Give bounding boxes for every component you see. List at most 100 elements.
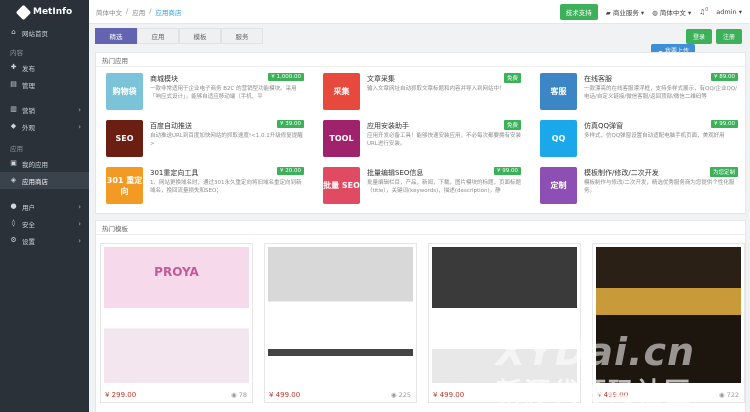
tab-featured[interactable]: 精选 [95, 28, 137, 44]
sidebar-item-appearance[interactable]: ◆ 外观 › [0, 118, 89, 135]
app-card[interactable]: QQ 仿真QQ弹窗 多样式，仿QQ弹窗设置自动适配电脑手机页面，美观好用 ¥ 99.0… [540, 120, 738, 160]
topbar: 简体中文 / 应用 / 应用商店 技术支持 ▰ 商业服务 ▾ ◍ 简体中文 ▾ … [89, 0, 750, 24]
app-thumbnail[interactable]: TOOL [323, 120, 360, 157]
cube-icon: ▣ [10, 159, 17, 167]
sidebar-item-my-apps[interactable]: ▣ 我的应用 [0, 155, 89, 172]
app-card[interactable]: TOOL 应用安装助手应用开发必备工具！能够快速安装应用，不必每次都要拥有安装UR… [323, 120, 521, 160]
app-thumbnail[interactable]: 定制 [540, 167, 577, 204]
tab-templates[interactable]: 模板 [179, 28, 221, 44]
app-thumbnail[interactable]: 购物袋 [106, 73, 143, 110]
sidebar-item-home[interactable]: ⌂ 网站首页 [0, 24, 89, 41]
sidebar-item-publish[interactable]: ✚ 发布 [0, 59, 89, 76]
hot-apps-panel: 热门应用 购物袋 商城模块 一款非常适用于企业电子商务 B2C 的营销型功能模块。采… [95, 52, 746, 214]
app-price-badge: ¥ 1,000.00 [268, 73, 304, 81]
store-tabs: 精选 应用 模板 服务 [95, 28, 263, 44]
logo[interactable]: MetInfo [0, 0, 89, 24]
support-button[interactable]: 技术支持 [559, 3, 598, 20]
sidebar-item-manage[interactable]: ▤ 管理 [0, 76, 89, 93]
section-content: 内容 [10, 49, 23, 57]
language-menu[interactable]: ◍ 简体中文 ▾ [652, 7, 691, 17]
app-thumbnail[interactable]: 客服 [540, 73, 577, 110]
sidebar-item-marketing[interactable]: ▥ 营销 › [0, 101, 89, 118]
store-icon: ◈ [10, 176, 17, 184]
app-description: 输入文章网址自动抓取文章标题和内容并导入到网站中！ [367, 86, 505, 92]
app-thumbnail[interactable]: 采集 [323, 73, 360, 110]
app-description: 一款漂亮的在线客服漂浮框，支持多样式展示，有QQ/企业QQ/ 电话/自定义链接/… [584, 86, 738, 100]
app-card[interactable]: 采集 文章采集 输入文章网址自动抓取文章标题和内容并导入到网站中！ 免费 [323, 73, 521, 113]
shirt-icon: ◆ [10, 122, 17, 130]
app-name[interactable]: 商城模块 [150, 74, 178, 84]
globe-icon: ◍ [652, 8, 660, 17]
breadcrumb: 简体中文 / 应用 / 应用商店 [89, 7, 181, 17]
app-name[interactable]: 301重定向工具 [150, 168, 198, 178]
chevron-right-icon: › [78, 202, 81, 211]
app-price-badge: ¥ 20.00 [277, 167, 304, 175]
app-name[interactable]: 仿真QQ弹窗 [584, 121, 623, 131]
sidebar-item-security[interactable]: ◊ 安全 › [0, 215, 89, 232]
home-icon: ⌂ [11, 28, 16, 36]
app-name[interactable]: 模板制作/修改/二次开发 [584, 168, 659, 178]
tab-apps[interactable]: 应用 [137, 28, 179, 44]
sidebar-item-users[interactable]: ● 用户 › [0, 198, 89, 215]
login-button[interactable]: 登录 [685, 29, 712, 44]
app-name[interactable]: 文章采集 [367, 74, 395, 84]
logo-icon [15, 4, 32, 20]
chevron-right-icon: › [78, 105, 81, 114]
breadcrumb-sep: / [149, 6, 152, 15]
app-price-badge: ¥ 99.00 [711, 120, 738, 128]
register-button[interactable]: 注册 [715, 29, 742, 44]
app-card[interactable]: 购物袋 商城模块 一款非常适用于企业电子商务 B2C 的营销型功能模块。采用「响应式… [106, 73, 304, 113]
user-menu[interactable]: admin ▾ [716, 8, 742, 16]
app-name[interactable]: 在线客服 [584, 74, 612, 84]
app-description: 自动推送URL到百度加快网站的抓取速度!<1.0.1升级修复提醒> [150, 133, 303, 147]
chevron-right-icon: › [78, 236, 81, 245]
app-description: 1、网站更换域名时，通过301永久重定向将旧域名重定向到新域名，挽回流量损失和S… [150, 180, 302, 194]
app-thumbnail[interactable]: 301 重定向 [106, 167, 143, 204]
tab-services[interactable]: 服务 [221, 28, 263, 44]
template-views: ◉ 78 [230, 391, 247, 399]
app-description: 批量编辑栏目，产品，新闻，下载，图片模块的标题，页面标题（title），关键词(… [367, 180, 522, 194]
app-price-badge: ¥ 39.00 [277, 120, 304, 128]
business-menu[interactable]: ▰ 商业服务 ▾ [606, 7, 644, 17]
app-thumbnail[interactable]: 批量 SEO [323, 167, 360, 204]
sidebar: MetInfo ⌂ 网站首页 内容 ✚ 发布 ▤ 管理 ▥ 营销 › ◆ 外观 › 应用 ▣ 我… [0, 0, 89, 412]
app-name[interactable]: 批量编辑SEO信息 [367, 168, 423, 178]
shield-icon: ◊ [11, 219, 16, 227]
app-thumbnail[interactable]: QQ [540, 120, 577, 157]
app-description: 应用开发必备工具！能够快速安装应用，不必每次都要拥有安装URL进行安装。 [367, 133, 522, 147]
plus-icon: ✚ [10, 63, 17, 71]
app-card[interactable]: SEO 百度自动推送自动推送URL到百度加快网站的抓取速度!<1.0.1升级修复提… [106, 120, 304, 160]
briefcase-icon: ▰ [605, 8, 613, 17]
chart-icon: ▥ [10, 105, 17, 113]
template-card[interactable]: ¥ 499.00 ◉ 225 [264, 243, 417, 403]
template-screenshot[interactable]: PROYA [104, 247, 249, 383]
template-card[interactable]: PROYA ¥ 299.00 ◉ 78 [100, 243, 253, 403]
gear-icon: ⚙ [10, 236, 17, 244]
brand-name: MetInfo [33, 7, 73, 17]
app-description: 模板制作与修改/二次开发，精选优秀服务商为您提供个性化服务。 [584, 180, 735, 194]
breadcrumb-current: 应用商店 [155, 8, 182, 17]
app-card[interactable]: 客服 在线客服一款漂亮的在线客服漂浮框，支持多样式展示，有QQ/企业QQ/ 电话/… [540, 73, 738, 113]
chevron-right-icon: › [78, 122, 81, 131]
app-card[interactable]: 301 重定向 301重定向工具 1、网站更换域名时，通过301永久重定向将旧域名重… [106, 167, 304, 207]
app-card[interactable]: 定制 模板制作/修改/二次开发模板制作与修改/二次开发，精选优秀服务商为您提供个性… [540, 167, 738, 207]
hot-templates-title: 热门模板 [96, 221, 745, 235]
notification-button[interactable]: ♫0 [699, 7, 708, 16]
watermark-subtext: 新源代源码社区 [496, 378, 693, 408]
breadcrumb-sep: / [126, 6, 129, 15]
template-price: ¥ 299.00 [105, 391, 137, 399]
sidebar-item-settings[interactable]: ⚙ 设置 › [0, 232, 89, 249]
breadcrumb-lang[interactable]: 简体中文 [96, 7, 122, 17]
breadcrumb-app[interactable]: 应用 [132, 7, 145, 17]
app-name[interactable]: 百度自动推送 [150, 121, 192, 131]
chevron-right-icon: › [78, 219, 81, 228]
app-price-badge: 免费 [503, 120, 521, 130]
template-screenshot[interactable] [268, 247, 413, 383]
app-thumbnail[interactable]: SEO [106, 120, 143, 157]
eye-icon: ◉ [390, 391, 399, 399]
sidebar-item-app-store[interactable]: ◈ 应用商店 [0, 172, 89, 189]
app-card[interactable]: 批量 SEO 批量编辑SEO信息批量编辑栏目，产品，新闻，下载，图片模块的标题，页… [323, 167, 521, 207]
app-name[interactable]: 应用安装助手 [367, 121, 409, 131]
app-price-badge: ¥ 99.00 [494, 167, 521, 175]
eye-icon: ◉ [230, 391, 239, 399]
